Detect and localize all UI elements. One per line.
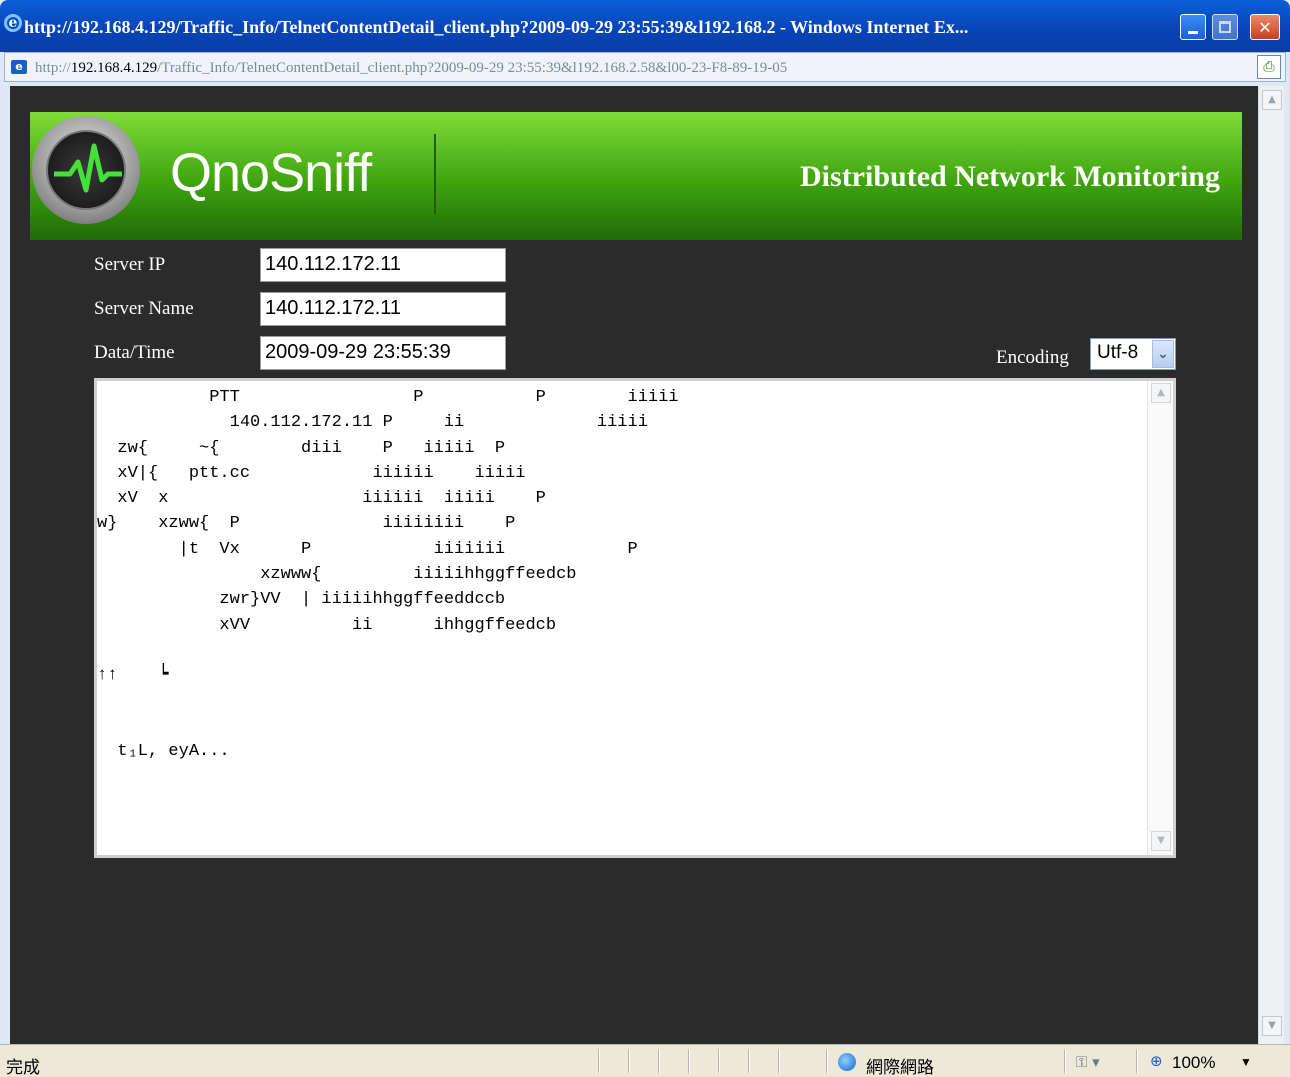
zoom-level[interactable]: 100% — [1172, 1053, 1215, 1073]
server-name-field[interactable]: 140.112.172.11 — [260, 292, 506, 326]
logo-icon — [32, 116, 140, 224]
address-bar[interactable]: e http://192.168.4.129/Traffic_Info/Teln… — [4, 52, 1286, 82]
scroll-up-icon[interactable]: ▲ — [1151, 383, 1171, 403]
encoding-label: Encoding — [996, 347, 1069, 368]
popup-report-icon[interactable]: ⎙ — [1257, 55, 1281, 79]
url-prefix: http:// — [35, 60, 71, 76]
page-content: QnoSniff Distributed Network Monitoring … — [10, 86, 1258, 1044]
minimize-button[interactable] — [1180, 14, 1206, 40]
url-host: 192.168.4.129 — [70, 60, 158, 76]
zoom-icon[interactable]: ⊕ — [1150, 1052, 1163, 1070]
encoding-value: Utf-8 — [1097, 342, 1139, 363]
scroll-up-icon[interactable]: ▲ — [1262, 90, 1282, 110]
header-banner: QnoSniff Distributed Network Monitoring — [30, 112, 1242, 240]
minimize-icon — [1188, 30, 1198, 34]
window-titlebar: e http://192.168.4.129/Traffic_Info/Teln… — [0, 0, 1290, 52]
telnet-content-textarea[interactable]: PTT P P iiiii 140.112.172.11 P ii iiiii … — [94, 378, 1176, 858]
tagline: Distributed Network Monitoring — [800, 160, 1220, 193]
maximize-button[interactable] — [1212, 14, 1238, 40]
maximize-icon — [1219, 21, 1231, 33]
telnet-content-text: PTT P P iiiii 140.112.172.11 P ii iiiii … — [97, 388, 679, 762]
divider — [434, 134, 436, 214]
datetime-label: Data/Time — [94, 342, 175, 363]
address-url[interactable]: http://192.168.4.129/Traffic_Info/Telnet… — [35, 60, 787, 77]
status-text: 完成 — [6, 1058, 40, 1077]
server-ip-label: Server IP — [94, 254, 166, 275]
chevron-down-icon[interactable]: ⌄ — [1152, 340, 1174, 368]
encoding-select[interactable]: Utf-8 ⌄ — [1090, 338, 1176, 370]
window-title: http://192.168.4.129/Traffic_Info/Telnet… — [24, 17, 969, 37]
server-name-label: Server Name — [94, 298, 194, 319]
server-ip-field[interactable]: 140.112.172.11 — [260, 248, 506, 282]
security-zone: 網際網路 — [866, 1058, 934, 1077]
protected-mode-icon[interactable]: ⚿ ▾ — [1076, 1053, 1100, 1071]
internet-explorer-icon: e — [4, 14, 22, 32]
scroll-down-icon[interactable]: ▼ — [1262, 1016, 1282, 1036]
close-button[interactable]: ✕ — [1250, 14, 1280, 40]
status-bar: 完成 網際網路 ⚿ ▾ ⊕ 100% ▼ — [0, 1044, 1290, 1077]
scroll-down-icon[interactable]: ▼ — [1151, 831, 1171, 851]
url-path: /Traffic_Info/TelnetContentDetail_client… — [157, 60, 788, 76]
internet-zone-icon — [838, 1053, 856, 1071]
page-scrollbar[interactable]: ▲ ▼ — [1258, 86, 1284, 1044]
textarea-scrollbar[interactable]: ▲ ▼ — [1147, 381, 1173, 855]
brand-name: QnoSniff — [170, 143, 372, 203]
close-icon: ✕ — [1258, 17, 1272, 37]
page-icon: e — [11, 60, 27, 74]
zoom-dropdown-icon[interactable]: ▼ — [1240, 1055, 1252, 1069]
datetime-field[interactable]: 2009-09-29 23:55:39 — [260, 336, 506, 370]
